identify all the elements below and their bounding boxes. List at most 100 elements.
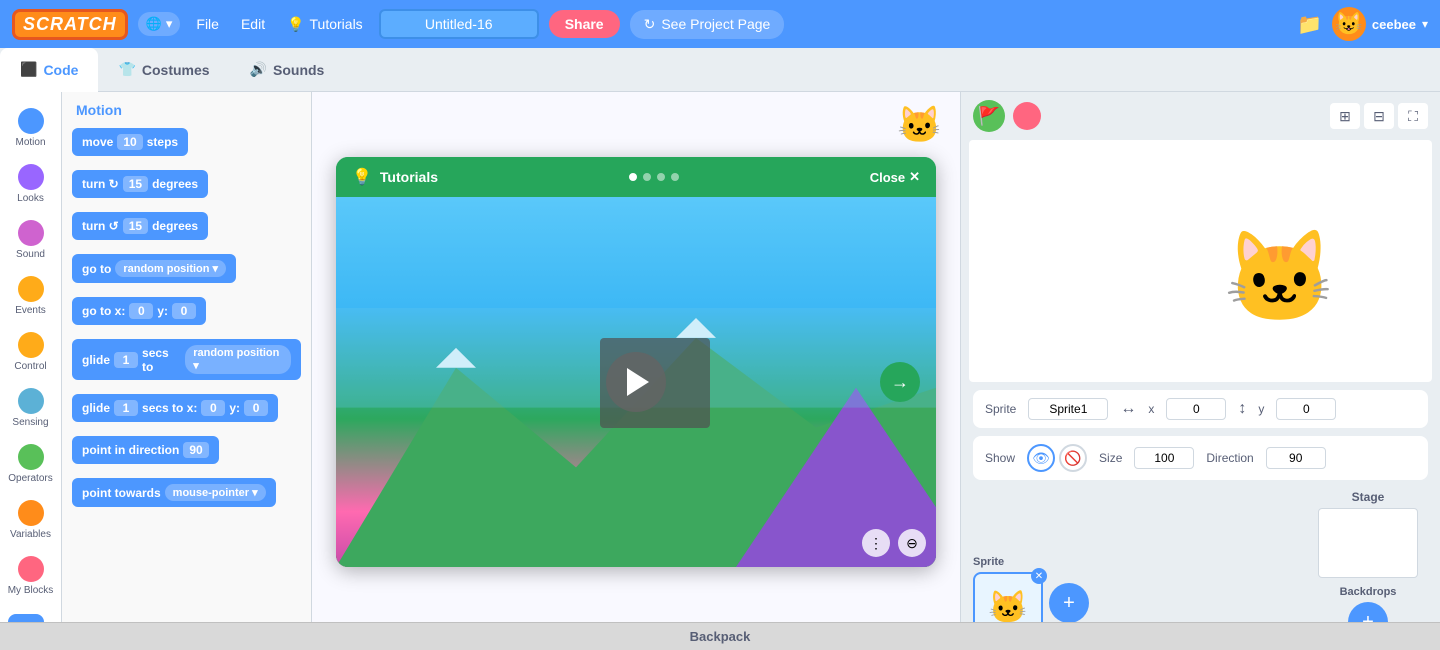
- events-dot: [18, 276, 44, 302]
- scratch-logo[interactable]: SCRATCH: [12, 9, 128, 40]
- block-goto[interactable]: go to random position ▾: [72, 254, 236, 283]
- show-hidden-button[interactable]: 🚫: [1059, 444, 1087, 472]
- add-sprite-button[interactable]: +: [1049, 583, 1089, 623]
- block-point-towards[interactable]: point towards mouse-pointer ▾: [72, 478, 276, 507]
- tutorial-title-area: 💡 Tutorials: [352, 167, 438, 187]
- share-button[interactable]: Share: [549, 10, 620, 38]
- tab-costumes[interactable]: 👕 Costumes: [98, 48, 229, 92]
- y-value-input[interactable]: [1276, 398, 1336, 420]
- stage-canvas: 🐱: [969, 140, 1432, 382]
- block-point-dir[interactable]: point in direction 90: [72, 436, 219, 464]
- block-goto-xy[interactable]: go to x: 0 y: 0: [72, 297, 206, 325]
- sprite-show-props: Show 👁 🚫 Size Direction: [973, 436, 1428, 480]
- backdrops-label: Backdrops: [1340, 586, 1397, 598]
- sprite-prop-label: Sprite: [985, 402, 1016, 416]
- operators-dot: [18, 444, 44, 470]
- blocks-panel-title: Motion: [72, 102, 301, 118]
- fullscreen-button[interactable]: ⛶: [1398, 103, 1428, 129]
- script-area[interactable]: 🐱 💡 Tutorials Close: [312, 92, 960, 650]
- sidebar-item-variables[interactable]: Variables: [0, 492, 61, 548]
- script-area-cat: 🐱: [897, 104, 942, 146]
- sidebar-item-myblocks[interactable]: My Blocks: [0, 548, 61, 604]
- show-label: Show: [985, 451, 1015, 465]
- more-options-button[interactable]: ⋮: [862, 529, 890, 557]
- normal-stage-button[interactable]: ⊟: [1364, 103, 1394, 129]
- sound-dot: [18, 220, 44, 246]
- sidebar-item-motion[interactable]: Motion: [0, 100, 61, 156]
- block-move[interactable]: move 10 steps: [72, 128, 188, 156]
- tutorial-dots: [629, 173, 679, 181]
- globe-button[interactable]: 🌐 ▾: [138, 12, 181, 36]
- edit-menu[interactable]: Edit: [235, 12, 271, 36]
- backpack-bar[interactable]: Backpack: [0, 622, 1440, 650]
- code-tab-icon: ⬛: [20, 61, 37, 78]
- tutorial-next-button[interactable]: →: [880, 362, 920, 402]
- tutorial-card: 💡 Tutorials Close ✕: [336, 157, 936, 567]
- project-name-input[interactable]: [379, 9, 539, 39]
- stage-column: Stage Backdrops +: [1308, 490, 1428, 642]
- main-layout: Motion Looks Sound Events Control Sensin…: [0, 92, 1440, 650]
- stage-header: 🚩 ⊞ ⊟ ⛶: [961, 92, 1440, 140]
- looks-label: Looks: [17, 193, 44, 204]
- sprite-panel: Sprite ↔ x ↕ y Show 👁 🚫 Size Direction: [961, 382, 1440, 650]
- sound-label: Sound: [16, 249, 45, 260]
- small-stage-button[interactable]: ⊞: [1330, 103, 1360, 129]
- sensing-label: Sensing: [12, 417, 48, 428]
- y-axis-icon: ↕: [1238, 400, 1246, 418]
- sprite-name-input[interactable]: [1028, 398, 1108, 420]
- tutorial-close-button[interactable]: Close ✕: [870, 169, 920, 185]
- block-glide-pos[interactable]: glide 1 secs to random position ▾: [72, 339, 301, 380]
- sidebar-item-events[interactable]: Events: [0, 268, 61, 324]
- play-button[interactable]: [606, 352, 666, 412]
- variables-label: Variables: [10, 529, 51, 540]
- operators-label: Operators: [8, 473, 52, 484]
- show-visible-button[interactable]: 👁: [1027, 444, 1055, 472]
- control-dot: [18, 332, 44, 358]
- green-flag-button[interactable]: 🚩: [973, 100, 1005, 132]
- x-value-input[interactable]: [1166, 398, 1226, 420]
- stage-view-buttons: ⊞ ⊟ ⛶: [1330, 103, 1428, 129]
- variables-dot: [18, 500, 44, 526]
- close-x-icon: ✕: [909, 169, 920, 185]
- direction-label: Direction: [1206, 451, 1253, 465]
- costumes-tab-label: Costumes: [142, 62, 210, 78]
- block-glide-xy[interactable]: glide 1 secs to x: 0 y: 0: [72, 394, 278, 422]
- sensing-dot: [18, 388, 44, 414]
- play-triangle-icon: [627, 368, 649, 396]
- direction-input[interactable]: [1266, 447, 1326, 469]
- file-menu[interactable]: File: [190, 12, 225, 36]
- size-input[interactable]: [1134, 447, 1194, 469]
- tutorials-link[interactable]: 💡 Tutorials: [281, 12, 369, 37]
- folder-icon[interactable]: 📁: [1297, 12, 1322, 37]
- tab-sounds[interactable]: 🔊 Sounds: [230, 48, 345, 92]
- username-label: ceebee: [1372, 17, 1416, 32]
- refresh-icon: ↻: [644, 16, 656, 33]
- block-turn-ccw[interactable]: turn ↺ 15 degrees: [72, 212, 208, 240]
- sidebar-item-sensing[interactable]: Sensing: [0, 380, 61, 436]
- tutorial-video[interactable]: → ⊖ ⋮: [336, 197, 936, 567]
- sprite-thumb-icon: 🐱: [988, 588, 1028, 626]
- user-avatar-area[interactable]: 😺 ceebee ▾: [1332, 7, 1428, 41]
- sprite-close-button[interactable]: ✕: [1031, 568, 1047, 584]
- zoom-button[interactable]: ⊖: [898, 529, 926, 557]
- stage-column-label: Stage: [1352, 490, 1385, 504]
- stop-button[interactable]: [1013, 102, 1041, 130]
- blocks-panel: Motion move 10 steps turn ↻ 15 degrees t…: [62, 92, 312, 650]
- sidebar-item-looks[interactable]: Looks: [0, 156, 61, 212]
- tutorial-overlay: 💡 Tutorials Close ✕: [312, 157, 960, 650]
- sidebar-item-control[interactable]: Control: [0, 324, 61, 380]
- stage-mini-preview: [1318, 508, 1418, 578]
- costumes-tab-icon: 👕: [118, 61, 135, 78]
- tutorial-title: Tutorials: [380, 169, 438, 185]
- stage-panel: 🚩 ⊞ ⊟ ⛶ 🐱 Sprite ↔ x ↕ y: [960, 92, 1440, 650]
- sidebar-item-sound[interactable]: Sound: [0, 212, 61, 268]
- y-label: y: [1258, 402, 1264, 416]
- block-turn-cw[interactable]: turn ↻ 15 degrees: [72, 170, 208, 198]
- x-axis-icon: ↔: [1120, 400, 1136, 418]
- tab-code[interactable]: ⬛ Code: [0, 48, 98, 92]
- sidebar: Motion Looks Sound Events Control Sensin…: [0, 92, 62, 650]
- sidebar-item-operators[interactable]: Operators: [0, 436, 61, 492]
- x-label: x: [1148, 402, 1154, 416]
- see-project-button[interactable]: ↻ See Project Page: [630, 10, 785, 39]
- bulb-icon: 💡: [287, 16, 304, 33]
